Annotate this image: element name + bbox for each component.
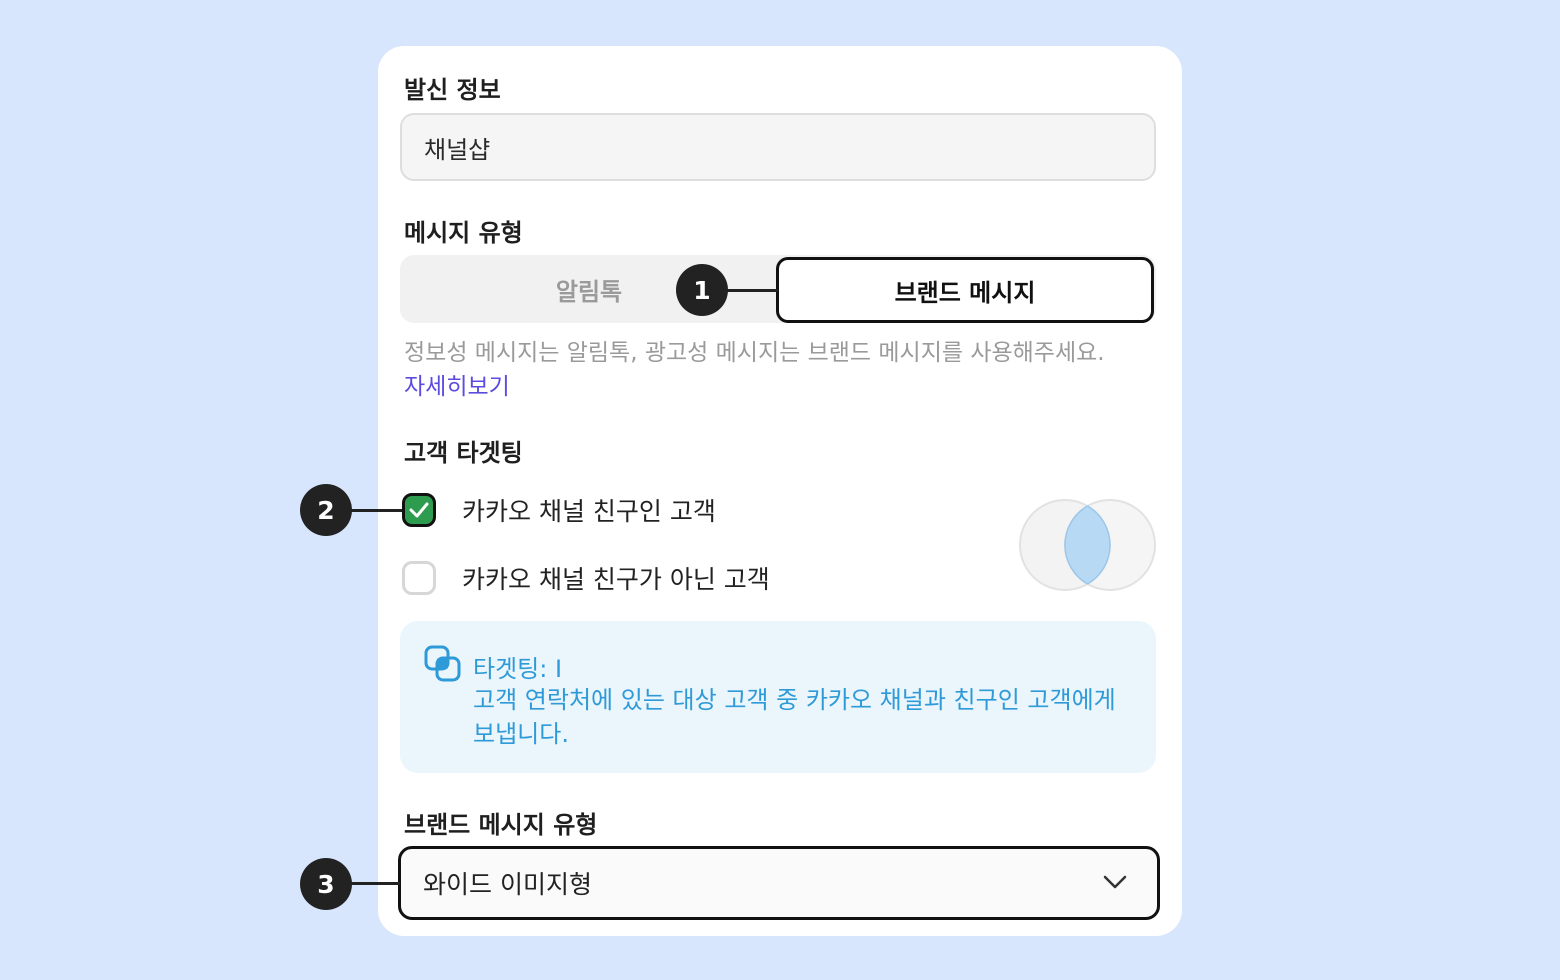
brand-message-type-value: 와이드 이미지형 <box>423 870 592 899</box>
target-option-friends[interactable]: 카카오 채널 친구인 고객 <box>402 492 716 528</box>
chevron-down-icon <box>1103 875 1127 889</box>
campaign-form-card: 발신 정보 채널샵 메시지 유형 알림톡 브랜드 메시지 정보성 메시지는 알림… <box>378 46 1182 936</box>
marker-1-connector <box>726 289 778 292</box>
marker-3: 3 <box>300 858 352 910</box>
brand-message-type-select[interactable]: 와이드 이미지형 <box>398 846 1160 920</box>
non-friends-option-label: 카카오 채널 친구가 아닌 고객 <box>462 565 770 594</box>
marker-1: 1 <box>676 264 728 316</box>
brand-message-type-label: 브랜드 메시지 유형 <box>404 811 598 839</box>
marker-3-connector <box>348 882 400 885</box>
targeting-info-body: 고객 연락처에 있는 대상 고객 중 카카오 채널과 친구인 고객에게 보냅니다… <box>473 686 1116 748</box>
message-type-label: 메시지 유형 <box>404 219 523 247</box>
target-option-non-friends[interactable]: 카카오 채널 친구가 아닌 고객 <box>402 560 770 596</box>
marker-2: 2 <box>300 484 352 536</box>
targeting-info-title: 타겟팅: I <box>473 655 563 683</box>
targeting-label: 고객 타겟팅 <box>404 439 523 467</box>
intersection-icon <box>424 645 461 682</box>
targeting-info-box: 타겟팅: I 고객 연락처에 있는 대상 고객 중 카카오 채널과 친구인 고객… <box>400 621 1156 773</box>
venn-diagram-icon <box>1019 499 1156 591</box>
segment-brand-message[interactable]: 브랜드 메시지 <box>776 257 1154 323</box>
sender-label: 발신 정보 <box>404 76 501 104</box>
sender-name-value: 채널샵 <box>424 135 491 164</box>
message-type-segmented-control: 알림톡 브랜드 메시지 <box>400 255 1156 323</box>
marker-2-connector <box>348 509 402 512</box>
friends-option-label: 카카오 채널 친구인 고객 <box>462 497 716 526</box>
non-friends-checkbox[interactable] <box>402 561 436 595</box>
check-icon <box>409 502 429 518</box>
learn-more-link[interactable]: 자세히보기 <box>404 367 510 401</box>
message-type-helper-text: 정보성 메시지는 알림톡, 광고성 메시지는 브랜드 메시지를 사용해주세요. <box>404 340 1105 366</box>
friends-checkbox[interactable] <box>402 493 436 527</box>
sender-name-field[interactable]: 채널샵 <box>400 113 1156 181</box>
